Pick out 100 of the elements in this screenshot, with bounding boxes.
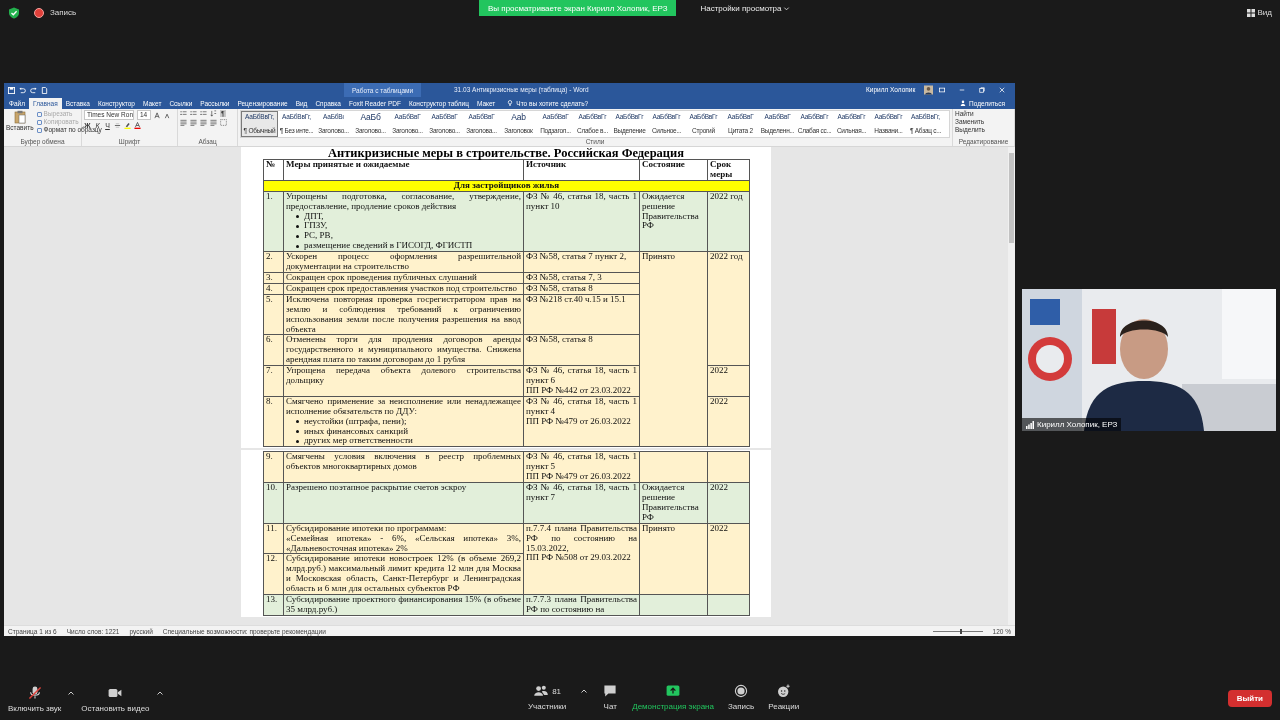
bullet-icon bbox=[296, 439, 299, 443]
column-header: Источник bbox=[523, 159, 640, 181]
caret-icon[interactable] bbox=[783, 4, 791, 12]
row-number: 4. bbox=[263, 283, 284, 295]
bullet-icon bbox=[296, 430, 299, 433]
cell-text: Отменены торги для продления договоров аренды государственного и муниципального имущества. Снижена арендная плата по таким договорам до 1 рубля bbox=[286, 335, 521, 366]
cell-text: ПП РФ №479 от 26.03.2022 bbox=[526, 472, 632, 483]
unmute-button[interactable]: Включить звук bbox=[8, 685, 62, 713]
row-number: 8. bbox=[263, 396, 284, 447]
align-icon[interactable] bbox=[190, 119, 197, 126]
redo-icon[interactable] bbox=[30, 86, 37, 94]
muted-microphone-icon bbox=[26, 685, 43, 701]
cell-text: Упрощена передача объекта долевого строительства дольщику bbox=[286, 366, 521, 386]
undo-icon[interactable] bbox=[19, 86, 26, 94]
highlight-icon[interactable] bbox=[124, 122, 131, 129]
table-cell: Принято bbox=[639, 251, 708, 447]
bullet-text: ДПТ, bbox=[304, 211, 324, 222]
share-button[interactable]: Демонстрация экрана bbox=[632, 683, 714, 711]
cell-text: ФЗ № 46, статья 18, часть 1 пункт 7 bbox=[526, 483, 637, 503]
table-cell: Ожидается решение Правительства РФ bbox=[639, 191, 708, 252]
bullet-text: других мер ответственности bbox=[304, 436, 413, 447]
cell-text: Ускорен процесс оформления разрешительной документации на строительство bbox=[286, 252, 521, 272]
cell-text: Разрешено поэтапное раскрытие счетов эскроу bbox=[286, 483, 468, 493]
record-button[interactable]: Запись bbox=[727, 683, 755, 711]
cell-text: ПП РФ №442 от 23.03.2022 bbox=[526, 385, 632, 396]
row-number: 7. bbox=[263, 365, 284, 397]
close-icon[interactable] bbox=[999, 87, 1005, 93]
cell-text: Субсидирование ипотеки новостроек 12% (в объеме 269,2 млрд.руб.) максимальный лимит кредита 12 млн для Москва и Московская область, Санкт-Петербург и Ленинградская область и 6 млн для остальных субъектов РФ bbox=[286, 554, 521, 595]
cell-text: ПП РФ №479 от 26.03.2022 bbox=[526, 416, 632, 427]
borders-icon[interactable] bbox=[220, 119, 227, 126]
row-number: 3. bbox=[263, 272, 284, 284]
table-cell: 2022 bbox=[707, 523, 750, 595]
share-screen-icon bbox=[665, 683, 682, 699]
row-number: 6. bbox=[263, 334, 284, 366]
recording-label: Запись bbox=[50, 8, 77, 17]
align-icon[interactable] bbox=[200, 119, 207, 126]
font-color-icon[interactable] bbox=[134, 122, 141, 129]
caret-icon[interactable] bbox=[580, 687, 589, 695]
row-number: 12. bbox=[263, 553, 284, 595]
column-header: Срок меры bbox=[707, 159, 750, 181]
sort-icon[interactable] bbox=[210, 110, 217, 117]
person-icon bbox=[960, 100, 967, 106]
cell-text: ФЗ №218 ст.40 ч.15 и 15.1 bbox=[526, 294, 627, 305]
document-title: Антикризисные меры в строительстве. Российская Федерация bbox=[326, 147, 685, 159]
restore-icon[interactable] bbox=[979, 87, 985, 93]
recording-icon bbox=[34, 7, 44, 18]
caret-icon[interactable] bbox=[155, 689, 164, 697]
align-icon[interactable] bbox=[180, 119, 187, 126]
cell-text: Субсидирование ипотеки по программам: bbox=[286, 523, 448, 534]
table-cell: Ожидается решение Правительства РФ bbox=[639, 482, 708, 524]
security-shield-icon[interactable] bbox=[8, 6, 20, 19]
bullet-text: иных финансовых санкций bbox=[304, 426, 408, 437]
cell-text: ФЗ № 46, статья 18, часть 1 пункт 4 bbox=[526, 396, 637, 417]
view-options-button[interactable]: Настройки просмотра bbox=[700, 3, 782, 13]
participants-button[interactable]: 81 Участники bbox=[528, 683, 567, 711]
bullet-icon bbox=[296, 244, 299, 248]
bullet-icon bbox=[296, 224, 299, 228]
cell-text: Смягчены условия включения в реестр проблемных объектов многоквартирных домов bbox=[286, 452, 521, 473]
leave-button[interactable]: Выйти bbox=[1227, 690, 1272, 707]
share-banner: Вы просматриваете экран Кирилл Холопик, ЕРЗ bbox=[479, 0, 677, 16]
row-number: 10. bbox=[263, 482, 284, 524]
list-icon[interactable] bbox=[180, 110, 187, 117]
cell-text: ФЗ №58, статья 7, 3 bbox=[526, 272, 603, 283]
table-cell bbox=[707, 451, 750, 483]
cell-text: ФЗ №58, статья 8 bbox=[526, 283, 594, 294]
cell-text: «Семейная ипотека» - 6%, «Сельская ипотека» 3%, «Дальневосточная ипотека» 2% bbox=[286, 533, 521, 554]
minimize-icon[interactable] bbox=[959, 87, 965, 93]
table-cell: 2022 bbox=[707, 482, 750, 524]
cell-text: Смягчено применение за неисполнение или ненадлежащее исполнение обязательств по ДДУ: bbox=[286, 396, 521, 417]
shrink-font-icon[interactable] bbox=[164, 111, 171, 119]
list-icon[interactable] bbox=[200, 110, 207, 117]
row-number: 2. bbox=[263, 251, 284, 273]
reactions-button[interactable]: Реакции bbox=[768, 683, 800, 711]
save-icon[interactable] bbox=[8, 86, 15, 94]
grid-icon[interactable] bbox=[1246, 8, 1255, 17]
document-icon[interactable] bbox=[41, 86, 48, 94]
caret-icon[interactable] bbox=[67, 689, 76, 697]
ribbon-options-icon[interactable] bbox=[939, 87, 945, 93]
avatar-icon[interactable] bbox=[924, 85, 933, 95]
list-icon[interactable] bbox=[190, 110, 197, 117]
video-button[interactable]: Остановить видео bbox=[81, 685, 150, 713]
align-icon[interactable] bbox=[210, 119, 217, 126]
cell-text: ПП РФ №508 от 29.03.2022 bbox=[526, 553, 632, 564]
bullet-icon bbox=[296, 420, 299, 424]
strikethrough-icon[interactable] bbox=[114, 122, 121, 129]
lightbulb-icon bbox=[507, 100, 514, 106]
clipboard-icon[interactable] bbox=[13, 110, 26, 124]
grow-font-icon[interactable] bbox=[154, 111, 161, 119]
cell-text: п.7.7.4 плана Правительства РФ по состоянию на 15.03.2022, bbox=[526, 523, 637, 554]
cell-text: Исключена повторная проверка госрегистратором прав на землю и соблюдения требований к ограничению использования земли после получения разрешения на ввод объекта bbox=[286, 294, 521, 335]
row-number: 9. bbox=[263, 451, 284, 483]
table-cell: 2022 год bbox=[707, 251, 750, 366]
view-button[interactable]: Вид bbox=[1257, 8, 1272, 17]
chat-button[interactable]: Чат bbox=[602, 683, 619, 711]
cell-text: ФЗ №58, статья 8 bbox=[526, 335, 594, 346]
row-number: 11. bbox=[263, 523, 284, 554]
scrollbar[interactable] bbox=[1008, 147, 1015, 625]
bullet-text: РС, РВ, bbox=[304, 231, 333, 242]
column-header: Состояние bbox=[639, 159, 708, 181]
cell-text: Сокращен срок проведения публичных слушаний bbox=[286, 272, 478, 283]
